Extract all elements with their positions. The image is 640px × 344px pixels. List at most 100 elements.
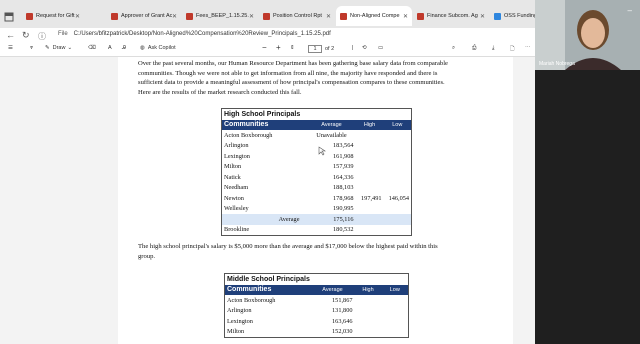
pdf-file-icon xyxy=(263,12,270,20)
col-header-low: Low xyxy=(383,119,412,130)
average-value: 188,103 xyxy=(333,184,354,192)
rotate-icon[interactable]: ⟲ xyxy=(362,45,367,51)
eraser-icon[interactable]: ⌫ xyxy=(88,45,96,51)
browser-tab[interactable]: Finance Subcom. Ag ✕ xyxy=(413,6,489,26)
close-icon[interactable]: ✕ xyxy=(403,13,408,20)
browser-tab[interactable]: Fees_BEEP_1.15.25.p ✕ xyxy=(182,6,258,26)
average-row: Average 175,116 xyxy=(221,214,412,225)
table-row: Arlington 183,564 xyxy=(222,141,412,152)
contents-icon[interactable]: ☰ xyxy=(8,45,13,51)
participant-video: – Mariah Nobrega xyxy=(535,0,640,70)
district-row: Brookline 180,532 xyxy=(222,225,412,236)
community-name: Milton xyxy=(224,163,242,171)
intro-line: communities. Though we were not able to … xyxy=(138,69,438,77)
refresh-icon[interactable]: ↻ xyxy=(22,30,30,41)
community-name: Acton Boxborough xyxy=(224,131,273,139)
browser-tab[interactable]: Approver of Grant Ac ✕ xyxy=(107,6,181,26)
copilot-icon: ◍ xyxy=(140,45,145,51)
minimize-icon[interactable]: – xyxy=(628,6,632,15)
low-value: 146,054 xyxy=(388,194,410,202)
average-label: Average xyxy=(221,214,308,225)
print-icon[interactable]: ⎙ xyxy=(472,45,476,52)
tab-title: Position Control Rpt xyxy=(273,13,322,19)
close-icon[interactable]: ✕ xyxy=(326,13,331,20)
document-icon xyxy=(494,12,501,20)
pipe-divider: | xyxy=(352,45,354,51)
draw-button[interactable]: ✎ Draw ⌄ xyxy=(45,45,72,51)
close-icon[interactable]: ✕ xyxy=(249,13,254,20)
save-as-icon[interactable]: 🗋 xyxy=(510,45,514,54)
browser-tab[interactable]: OSS Funding Source xyxy=(490,6,535,26)
tab-title: Fees_BEEP_1.15.25.p xyxy=(196,13,249,19)
tab-actions-icon[interactable] xyxy=(4,9,14,22)
close-icon[interactable]: ✕ xyxy=(172,13,177,20)
table-row: Milton 152,030 xyxy=(225,327,409,338)
table-row: Acton Boxborough Unavailable xyxy=(222,130,412,141)
page-total: of 2 xyxy=(325,46,335,52)
average-value: 152,030 xyxy=(332,328,353,336)
zoom-in-icon[interactable]: + xyxy=(276,43,281,52)
intro-line: Here are the results of the market resea… xyxy=(138,88,302,96)
hs-summary-paragraph: The high school principal's salary is $5… xyxy=(138,242,438,261)
browser-tab-active[interactable]: Non-Aligned Compe ✕ xyxy=(336,6,412,26)
browser-tab[interactable]: Position Control Rpt ✕ xyxy=(259,6,335,26)
url-text: C:/Users/bfitzpatrick/Desktop/Non-Aligne… xyxy=(73,31,331,37)
pdf-toolbar: ☰ ⩔ ✎ Draw ⌄ ⌫ A Ꭿ ◍ Ask Copilot − + ⇕ 1 of … xyxy=(0,43,535,57)
average-value: 163,646 xyxy=(332,317,353,325)
hs-salary-table: High School Principals Communities Avera… xyxy=(221,108,413,236)
col-header-high: High xyxy=(355,119,384,130)
high-value xyxy=(356,130,384,141)
participant-video-feed xyxy=(535,0,640,70)
pdf-file-icon xyxy=(186,12,193,20)
average-value: 157,939 xyxy=(333,163,354,171)
high-value xyxy=(356,151,384,162)
summary-line: The high school principal's salary is $5… xyxy=(138,243,438,250)
tab-title: Approver of Grant Ac xyxy=(121,13,172,19)
community-name: Lexington xyxy=(227,317,253,325)
pdf-viewer[interactable]: Over the past several months, our Human … xyxy=(0,57,535,344)
info-icon[interactable]: ⓘ xyxy=(38,31,46,42)
browser-tab[interactable]: Request for Gift Acc✕ xyxy=(22,6,84,26)
page-current: 1 xyxy=(308,45,322,53)
table-row: Natick 164,336 xyxy=(222,172,412,183)
low-value xyxy=(384,130,412,141)
average-value: 131,800 xyxy=(332,307,353,315)
participant-name: Mariah Nobrega xyxy=(539,61,575,67)
col-header-low: Low xyxy=(381,284,409,295)
text-icon[interactable]: A xyxy=(108,45,112,51)
table-header-row: Communities Average High Low xyxy=(224,284,409,295)
community-name: Needham xyxy=(224,184,249,192)
ask-copilot-button[interactable]: ◍ Ask Copilot xyxy=(140,45,176,51)
average-value: 151,867 xyxy=(332,296,353,304)
summary-line: group. xyxy=(138,252,156,260)
high-value xyxy=(356,183,384,194)
col-header-average: Average xyxy=(307,119,356,130)
pdf-file-icon xyxy=(417,12,424,20)
ask-copilot-label: Ask Copilot xyxy=(147,45,176,51)
search-icon[interactable]: ⌕ xyxy=(452,45,455,52)
tab-title: Finance Subcom. Ag xyxy=(427,13,478,19)
community-name: Wellesley xyxy=(224,205,249,213)
close-icon[interactable]: ✕ xyxy=(480,13,485,20)
table-caption: Middle School Principals xyxy=(227,275,310,283)
tab-title: Request for Gift Acc xyxy=(36,13,75,19)
zoom-out-icon[interactable]: − xyxy=(262,43,267,52)
close-icon[interactable]: ✕ xyxy=(75,13,80,20)
average-value: 178,968 xyxy=(333,194,354,202)
url-field[interactable]: File C:/Users/bfitzpatrick/Desktop/Non-Al… xyxy=(58,31,331,37)
tab-title: OSS Funding Source xyxy=(504,13,535,19)
tab-strip: Request for Gift Acc✕ Approver of Grant … xyxy=(0,0,535,28)
page-number-box[interactable]: 1 of 2 xyxy=(308,45,334,53)
more-options-icon[interactable]: ⋯ xyxy=(525,45,531,51)
back-icon[interactable]: ← xyxy=(6,30,15,40)
chevron-down-icon: ⌄ xyxy=(67,45,73,51)
table-row: Arlington 131,800 xyxy=(225,306,409,317)
page-view-icon[interactable]: ▭ xyxy=(378,45,383,51)
fit-page-icon[interactable]: ⇕ xyxy=(290,45,295,51)
save-icon[interactable]: ⤓ xyxy=(492,45,494,52)
average-value: Unavailable xyxy=(316,131,347,139)
table-row: Milton 157,939 xyxy=(222,162,412,173)
pdf-file-icon xyxy=(111,12,118,20)
text-style-icon[interactable]: Ꭿ xyxy=(122,45,126,52)
highlight-icon[interactable]: ⩔ xyxy=(30,45,33,52)
